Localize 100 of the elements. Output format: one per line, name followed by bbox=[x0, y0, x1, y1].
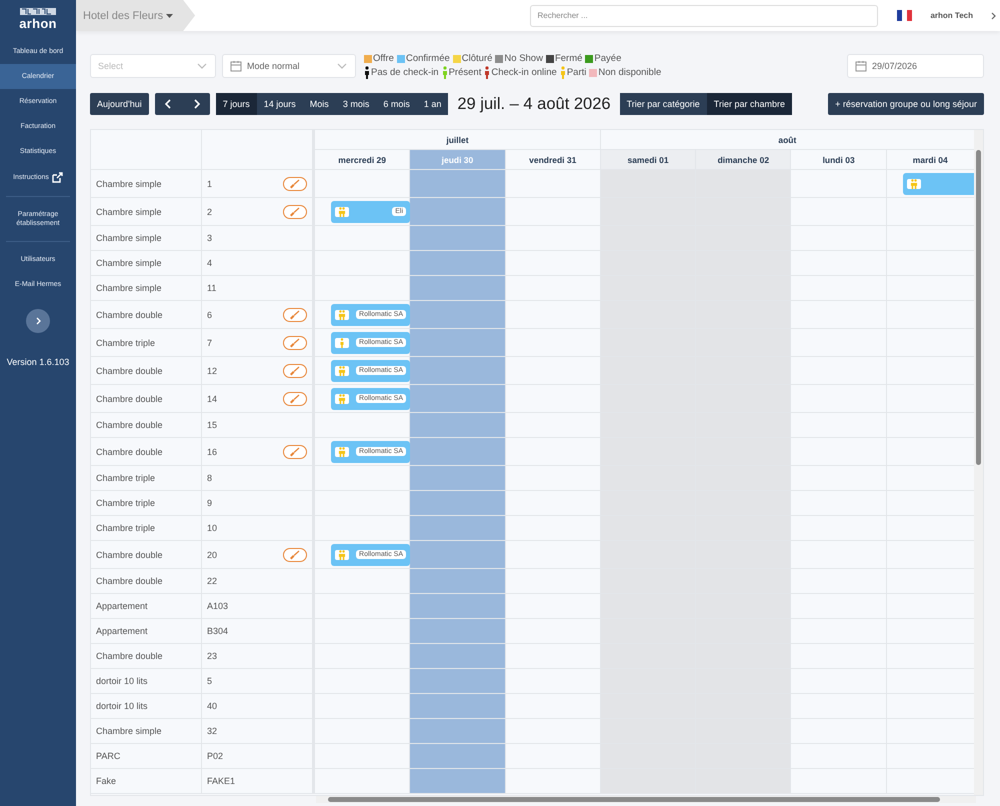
legend-label: Pas de check-in bbox=[371, 67, 439, 78]
broom-icon[interactable] bbox=[283, 308, 307, 322]
broom-icon[interactable] bbox=[283, 364, 307, 378]
room-category: Chambre double bbox=[91, 385, 202, 413]
calendar-cell[interactable] bbox=[410, 769, 506, 794]
calendar-cell[interactable] bbox=[410, 357, 506, 385]
room-category: Chambre double bbox=[91, 541, 202, 569]
legend-label: Offre bbox=[373, 53, 394, 64]
room-number: 6 bbox=[207, 310, 212, 320]
two-people-icon bbox=[337, 446, 347, 456]
user-name[interactable]: arhon Tech bbox=[930, 11, 973, 20]
room-number: 8 bbox=[207, 473, 212, 483]
logo-icon bbox=[20, 8, 56, 15]
calendar-cell[interactable] bbox=[410, 669, 506, 694]
calendar-cell[interactable] bbox=[410, 541, 506, 569]
day-header: vendredi 31 bbox=[506, 150, 601, 170]
room-category: dortoir 10 lits bbox=[91, 669, 202, 694]
room-number: 1 bbox=[207, 178, 212, 188]
room-category: Chambre double bbox=[91, 413, 202, 438]
room-number: 23 bbox=[207, 651, 218, 661]
calendar-cell[interactable] bbox=[410, 516, 506, 541]
two-people-icon bbox=[908, 178, 919, 188]
calendar-icon bbox=[230, 60, 242, 72]
calendar-cell[interactable] bbox=[410, 466, 506, 491]
expand-sidebar-button[interactable] bbox=[26, 309, 50, 333]
room-number: 14 bbox=[207, 394, 218, 404]
person-icon bbox=[339, 338, 345, 348]
room-category: Chambre double bbox=[91, 438, 202, 466]
room-number: B304 bbox=[207, 626, 228, 636]
room-category: Chambre double bbox=[91, 301, 202, 329]
calendar-cell[interactable] bbox=[410, 491, 506, 516]
calendar-cell[interactable] bbox=[410, 198, 506, 226]
broom-icon[interactable] bbox=[283, 392, 307, 406]
room-number: 20 bbox=[207, 550, 218, 560]
calendar-cell[interactable] bbox=[410, 594, 506, 619]
broom-icon[interactable] bbox=[283, 548, 307, 562]
two-people-icon bbox=[337, 366, 347, 376]
two-people-icon bbox=[337, 394, 347, 404]
legend-label: Confirmée bbox=[406, 53, 450, 64]
add-group-booking-button[interactable]: + réservation groupe ou long séjour bbox=[828, 93, 984, 115]
room-category: Chambre triple bbox=[91, 491, 202, 516]
chevron-right-icon bbox=[34, 317, 42, 325]
calendar-cell[interactable] bbox=[410, 170, 506, 198]
room-category: Chambre triple bbox=[91, 466, 202, 491]
calendar-icon bbox=[855, 60, 867, 72]
calendar-cell[interactable] bbox=[410, 251, 506, 276]
search-field[interactable]: Rechercher ... bbox=[530, 4, 878, 26]
day-header: lundi 03 bbox=[791, 150, 887, 170]
calendar-cell[interactable] bbox=[410, 644, 506, 669]
room-number: 5 bbox=[207, 676, 212, 686]
vertical-scrollbar[interactable] bbox=[974, 130, 983, 795]
previous-icon[interactable] bbox=[165, 99, 172, 109]
day-header: jeudi 30 bbox=[410, 150, 506, 170]
chevron-right-icon bbox=[991, 12, 996, 20]
room-number: 7 bbox=[207, 338, 212, 348]
booking-bar[interactable] bbox=[902, 172, 974, 194]
calendar-cell[interactable] bbox=[410, 694, 506, 719]
room-number: 12 bbox=[207, 366, 218, 376]
broom-icon[interactable] bbox=[283, 444, 307, 458]
calendar-cell[interactable] bbox=[410, 226, 506, 251]
room-number: 11 bbox=[207, 283, 216, 293]
room-category: Chambre simple bbox=[91, 719, 202, 744]
room-number: FAKE1 bbox=[207, 776, 236, 786]
broom-icon[interactable] bbox=[283, 336, 307, 350]
sort-toggle[interactable]: Trier par chambre bbox=[706, 93, 792, 115]
day-header: samedi 01 bbox=[600, 150, 696, 170]
calendar-cell[interactable] bbox=[410, 719, 506, 744]
broom-icon[interactable] bbox=[283, 176, 307, 190]
room-category: Chambre double bbox=[91, 569, 202, 594]
calendar-cell[interactable] bbox=[410, 569, 506, 594]
logo-text: arhon bbox=[19, 16, 57, 31]
next-icon[interactable] bbox=[192, 99, 200, 109]
calendar-cell[interactable] bbox=[410, 619, 506, 644]
room-number: 40 bbox=[207, 701, 218, 711]
legend-label: Check-in online bbox=[491, 67, 557, 78]
calendar-cell[interactable] bbox=[410, 385, 506, 413]
calendar-cell[interactable] bbox=[410, 438, 506, 466]
room-number: 22 bbox=[207, 576, 218, 586]
legend-label: Non disponible bbox=[598, 67, 662, 78]
horizontal-scrollbar[interactable] bbox=[316, 796, 976, 803]
legend-label: Clôturé bbox=[462, 53, 492, 64]
view-tab[interactable]: 7 jours bbox=[216, 93, 257, 115]
mode-select[interactable]: Mode normal bbox=[222, 54, 356, 78]
calendar-cell[interactable] bbox=[410, 329, 506, 357]
room-category: PARC bbox=[91, 744, 202, 769]
calendar-cell[interactable] bbox=[410, 301, 506, 329]
two-people-icon bbox=[337, 206, 347, 216]
calendar-cell[interactable] bbox=[410, 413, 506, 438]
room-category: Chambre triple bbox=[91, 516, 202, 541]
date-field[interactable]: 29/07/2026 bbox=[847, 54, 984, 78]
today-button[interactable]: Aujourd'hui bbox=[90, 93, 149, 115]
calendar-cell[interactable] bbox=[506, 769, 601, 794]
legend-label: Payée bbox=[594, 53, 622, 64]
legend-label: Fermé bbox=[554, 53, 582, 64]
room-number: P02 bbox=[207, 751, 224, 761]
room-category: Chambre simple bbox=[91, 170, 202, 198]
calendar-cell[interactable] bbox=[410, 276, 506, 301]
room-category: Fake bbox=[91, 769, 202, 794]
broom-icon[interactable] bbox=[283, 204, 307, 218]
calendar-cell[interactable] bbox=[410, 744, 506, 769]
